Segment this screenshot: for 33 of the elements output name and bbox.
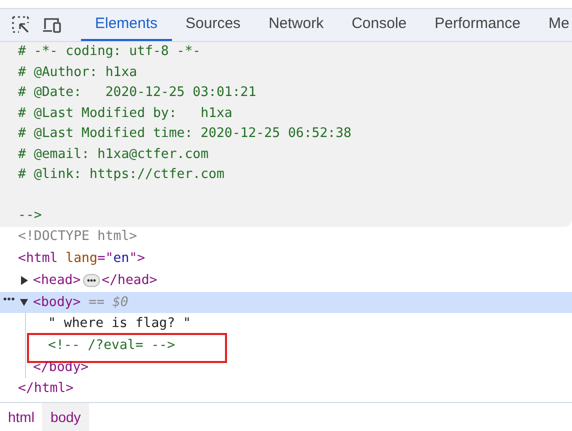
comment-text: # @Author: h1xa bbox=[18, 64, 138, 80]
text-node-label: " where is flag? " bbox=[48, 315, 191, 334]
ellipsis-icon[interactable] bbox=[82, 274, 100, 288]
panel-tab[interactable]: Sources bbox=[172, 9, 255, 41]
comment-text: # -*- coding: utf-8 -*- bbox=[18, 44, 201, 59]
selected-node-marker: == $0 bbox=[88, 294, 128, 312]
expand-arrow-icon[interactable] bbox=[20, 276, 28, 286]
breadcrumb[interactable]: html bbox=[0, 403, 42, 431]
element-tag: <html lang="en"> bbox=[18, 249, 146, 269]
panel-tab[interactable]: Network bbox=[254, 9, 338, 41]
inspect-element-icon[interactable] bbox=[12, 16, 30, 34]
more-options-icon[interactable] bbox=[3, 296, 15, 301]
element-tag: <head> bbox=[33, 270, 81, 291]
comment-text: <!-- /?eval= --> bbox=[48, 336, 176, 355]
element-tag: </html> bbox=[18, 379, 74, 400]
device-toolbar-icon[interactable] bbox=[42, 16, 62, 34]
comment-text: # @email: h1xa@ctfer.com bbox=[18, 146, 209, 162]
comment-text: # @link: https://ctfer.com bbox=[18, 167, 224, 182]
element-tag: </head> bbox=[102, 270, 158, 291]
panel-tab[interactable]: Performance bbox=[420, 9, 534, 41]
comment-text: # @Date: 2020-12-25 03:01:21 bbox=[18, 85, 256, 100]
comment-text: # @Last Modified time: 2020-12-25 06:52:38 bbox=[18, 126, 352, 141]
panel-tab[interactable]: Me bbox=[534, 9, 572, 41]
collapse-arrow-icon[interactable] bbox=[20, 298, 28, 307]
selected-node-row[interactable]: <body> == $0 bbox=[0, 292, 572, 314]
doctype-text: <!DOCTYPE html> bbox=[18, 228, 138, 246]
comment-text: --> bbox=[18, 208, 42, 223]
node-row[interactable]: <head> </head> bbox=[0, 270, 572, 292]
element-tag: <body> bbox=[33, 292, 81, 312]
comment-text: # @Last Modified by: h1xa bbox=[18, 106, 232, 120]
element-tag: </body> bbox=[33, 358, 89, 378]
panel-tab[interactable]: Console bbox=[338, 9, 421, 41]
breadcrumb[interactable]: body bbox=[42, 403, 89, 431]
